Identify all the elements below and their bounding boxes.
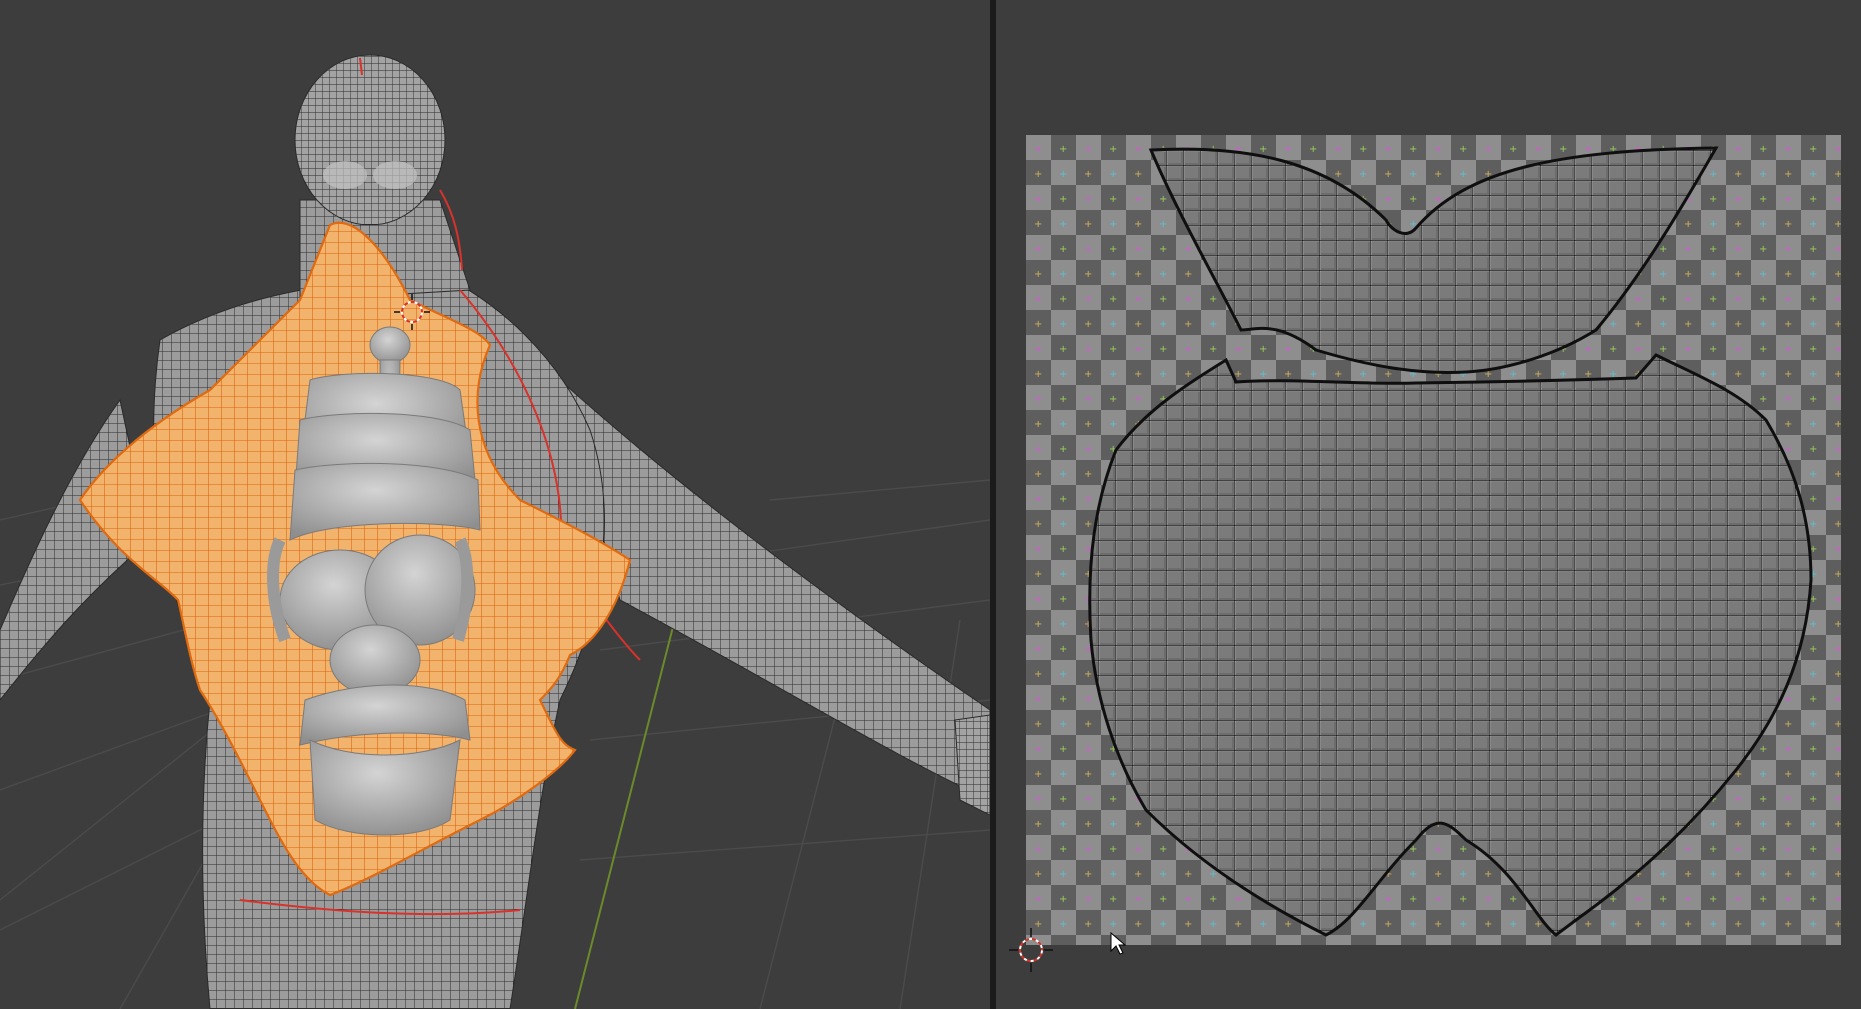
y-axis-line	[574, 579, 686, 1009]
3d-viewport[interactable]	[0, 0, 990, 1009]
viewport-canvas[interactable]	[0, 0, 990, 1009]
uv-editor[interactable]: + + + +	[996, 0, 1861, 1009]
uv-canvas[interactable]: + + + +	[996, 0, 1861, 1009]
head-mesh[interactable]	[294, 54, 446, 226]
